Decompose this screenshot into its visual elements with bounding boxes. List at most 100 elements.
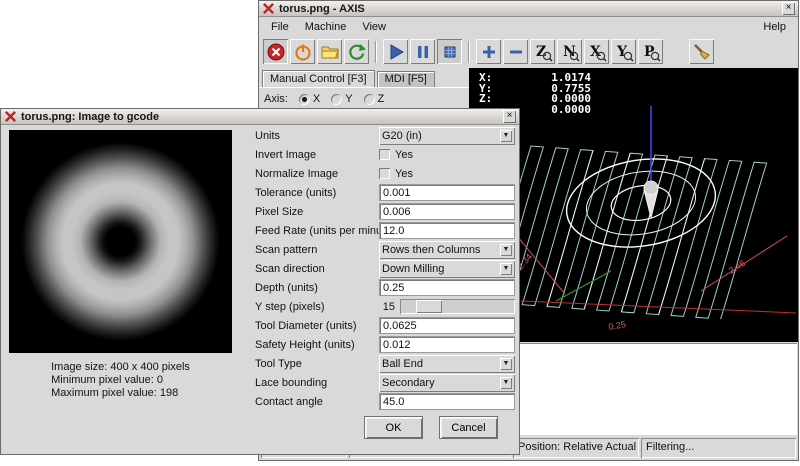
- field-label: Safety Height (units): [255, 339, 379, 351]
- menu-machine[interactable]: Machine: [297, 19, 355, 35]
- scan-pattern-select[interactable]: Rows then Columns ▼: [379, 241, 515, 259]
- safety-height-input[interactable]: 0.012: [379, 336, 515, 353]
- max-pixel-text: Maximum pixel value: 198: [51, 387, 190, 400]
- brush-icon: [692, 42, 712, 62]
- slider-thumb[interactable]: [416, 300, 442, 313]
- zoom-out-button[interactable]: [503, 39, 528, 64]
- form-row: Scan pattern Rows then Columns ▼: [255, 240, 515, 259]
- tool-cone: [644, 106, 658, 218]
- contact-angle-input[interactable]: 45.0: [379, 393, 515, 410]
- field-label: Tool Diameter (units): [255, 320, 379, 332]
- machine-power-button[interactable]: [290, 39, 315, 64]
- open-file-button[interactable]: [317, 39, 342, 64]
- pixel-size-input[interactable]: 0.006: [379, 203, 515, 220]
- form-row: Tolerance (units) 0.001: [255, 183, 515, 202]
- view-front-button[interactable]: Y: [611, 39, 636, 64]
- view-top-button[interactable]: Z: [530, 39, 555, 64]
- invert-image-checkbox[interactable]: [379, 149, 390, 160]
- scan-direction-select[interactable]: Down Milling ▼: [379, 260, 515, 278]
- y-step-slider[interactable]: [400, 299, 515, 314]
- svg-text:X: X: [590, 44, 601, 60]
- lace-bounding-select[interactable]: Secondary ▼: [379, 374, 515, 392]
- tool-type-select[interactable]: Ball End ▼: [379, 355, 515, 373]
- axis-label: Axis:: [264, 93, 288, 105]
- field-label: Pixel Size: [255, 206, 379, 218]
- form-row: Safety Height (units) 0.012: [255, 335, 515, 354]
- dialog-buttons: OK Cancel: [1, 416, 498, 439]
- units-select[interactable]: G20 (in) ▼: [379, 127, 515, 145]
- y-axis-line: [556, 271, 611, 301]
- feed-rate-input[interactable]: 12.0: [379, 222, 515, 239]
- pause-icon: [413, 42, 433, 62]
- form-row: Invert Image Yes: [255, 145, 515, 164]
- tab-mdi[interactable]: MDI [F5]: [377, 71, 435, 87]
- close-icon[interactable]: ×: [503, 110, 516, 123]
- axis-select-row: Axis: X Y Z: [264, 93, 464, 105]
- field-label: Units: [255, 130, 379, 142]
- dialog-body: Image size: 400 x 400 pixels Minimum pix…: [1, 125, 519, 454]
- toolbar-separator: [468, 41, 470, 63]
- ok-button[interactable]: OK: [364, 416, 423, 439]
- form-row: Normalize Image Yes: [255, 164, 515, 183]
- toolpath-columns: [485, 146, 767, 319]
- form-row: Feed Rate (units per minute) 12.0: [255, 221, 515, 240]
- axis-radio-x[interactable]: X: [299, 93, 320, 105]
- form-row: Depth (units) 0.25: [255, 278, 515, 297]
- folder-icon: [320, 42, 340, 62]
- chevron-down-icon: ▼: [500, 130, 512, 142]
- view-side-button[interactable]: X: [584, 39, 609, 64]
- form-row: Tool Diameter (units) 0.0625: [255, 316, 515, 335]
- view-rotated-top-button[interactable]: N: [557, 39, 582, 64]
- toolbar: Z N X Y: [259, 36, 798, 67]
- close-icon[interactable]: ×: [782, 2, 795, 15]
- form-row: Lace bounding Secondary ▼: [255, 373, 515, 392]
- play-icon: [386, 42, 406, 62]
- view-perspective-button[interactable]: P: [638, 39, 663, 64]
- axis-radio-y[interactable]: Y: [331, 93, 352, 105]
- status-position: Position: Relative Actual: [513, 438, 639, 458]
- plus-icon: [479, 42, 499, 62]
- torus-source-image: [9, 130, 232, 353]
- menu-view[interactable]: View: [354, 19, 394, 35]
- svg-text:Z: Z: [536, 44, 546, 60]
- x-axis-line: [521, 301, 796, 313]
- field-label: Y step (pixels): [255, 301, 379, 313]
- field-label: Contact angle: [255, 396, 379, 408]
- clear-plot-button[interactable]: [689, 39, 714, 64]
- field-label: Normalize Image: [255, 168, 379, 180]
- radio-icon: [364, 94, 375, 105]
- form-row: Tool Type Ball End ▼: [255, 354, 515, 373]
- x11-logo-icon: [4, 110, 17, 123]
- menubar: File Machine View Help: [259, 17, 798, 36]
- cancel-button[interactable]: Cancel: [439, 416, 498, 439]
- reload-button[interactable]: [344, 39, 369, 64]
- tolerance-input[interactable]: 0.001: [379, 184, 515, 201]
- reload-icon: [347, 42, 367, 62]
- tab-manual-control[interactable]: Manual Control [F3]: [262, 70, 375, 87]
- view-x-icon: X: [587, 42, 607, 62]
- field-label: Tolerance (units): [255, 187, 379, 199]
- checkbox-label: Yes: [395, 149, 413, 161]
- axis-titlebar[interactable]: torus.png - AXIS ×: [259, 1, 798, 17]
- tool-diameter-input[interactable]: 0.0625: [379, 317, 515, 334]
- axis-radio-z[interactable]: Z: [364, 93, 385, 105]
- chevron-down-icon: ▼: [500, 263, 512, 275]
- stop-button[interactable]: [437, 39, 462, 64]
- dialog-titlebar[interactable]: torus.png: Image to gcode ×: [1, 109, 519, 125]
- dimension-right: 2.46: [701, 236, 787, 291]
- zoom-in-button[interactable]: [476, 39, 501, 64]
- chevron-down-icon: ▼: [500, 358, 512, 370]
- pause-button[interactable]: [410, 39, 435, 64]
- field-label: Scan pattern: [255, 244, 379, 256]
- menu-help[interactable]: Help: [755, 19, 794, 35]
- form-row: Pixel Size 0.006: [255, 202, 515, 221]
- status-filtering: Filtering...: [641, 438, 796, 458]
- estop-button[interactable]: [263, 39, 288, 64]
- menu-file[interactable]: File: [263, 19, 297, 35]
- run-button[interactable]: [383, 39, 408, 64]
- normalize-image-checkbox[interactable]: [379, 168, 390, 179]
- x11-logo-icon: [262, 2, 275, 15]
- depth-input[interactable]: 0.25: [379, 279, 515, 296]
- minus-icon: [506, 42, 526, 62]
- chevron-down-icon: ▼: [500, 377, 512, 389]
